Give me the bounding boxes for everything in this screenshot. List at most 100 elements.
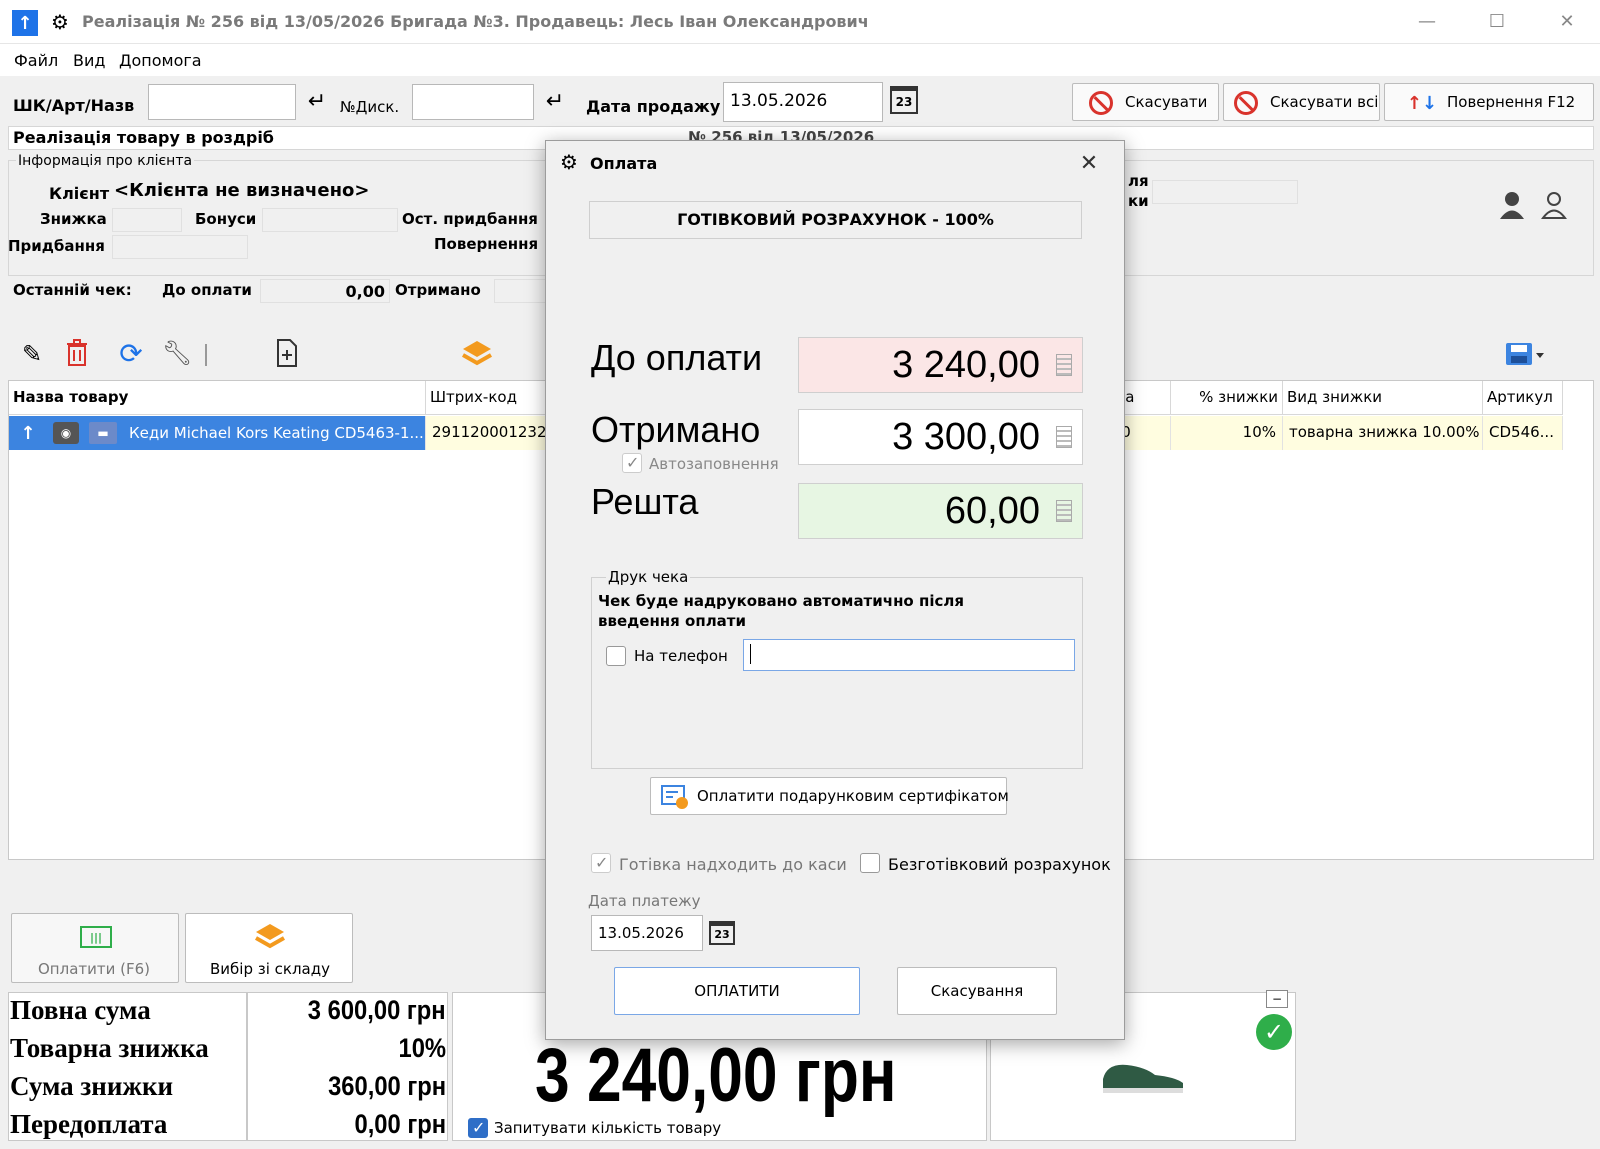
- discount-label: Знижка: [40, 210, 107, 228]
- menu-file[interactable]: Файл: [14, 51, 58, 70]
- cash-to-register-checkbox[interactable]: [591, 853, 611, 873]
- sale-date-label: Дата продажу: [586, 97, 721, 116]
- full-sum-value: 3 600,00 грн: [308, 995, 446, 1025]
- pencil-icon[interactable]: ✎: [18, 340, 46, 368]
- trash-icon[interactable]: [64, 338, 90, 368]
- pay-f6-button[interactable]: ||| Оплатити (F6): [11, 913, 179, 983]
- app-up-arrow-icon: ↑: [12, 10, 38, 36]
- user-outline-icon[interactable]: [1540, 190, 1568, 220]
- pay-date-input[interactable]: 13.05.2026: [591, 915, 703, 951]
- gear-icon[interactable]: ⚙: [48, 9, 72, 35]
- ask-quantity-checkbox[interactable]: [468, 1118, 488, 1138]
- column-header-discount-type[interactable]: Вид знижки: [1283, 381, 1483, 415]
- stock-select-button[interactable]: Вибір зі складу: [185, 913, 353, 983]
- payment-mode-box: ГОТІВКОВИЙ РОЗРАХУНОК - 100%: [589, 201, 1082, 239]
- pay-date-value: 13.05.2026: [598, 924, 684, 942]
- enter-arrow-icon[interactable]: ↵: [302, 88, 332, 114]
- pay-ok-button[interactable]: ОПЛАТИТИ: [614, 967, 860, 1015]
- purchase-label: Придбання: [8, 237, 105, 255]
- new-document-icon[interactable]: [274, 338, 300, 368]
- row-article[interactable]: CD546...: [1483, 416, 1563, 450]
- return-button[interactable]: ↑ ↓ Повернення F12: [1384, 83, 1594, 121]
- dialog-cancel-label: Скасування: [930, 982, 1024, 1000]
- gift-certificate-button[interactable]: Оплатити подарунковим сертифікатом: [650, 777, 1009, 815]
- close-window-button[interactable]: ✕: [1545, 8, 1589, 36]
- dialog-close-button[interactable]: ✕: [1074, 149, 1104, 177]
- row-up-arrow-icon: ↑: [20, 422, 36, 444]
- title-bar: ↑ ⚙ Реалізація № 256 від 13/05/2026 Бриг…: [0, 0, 1600, 44]
- layers-icon: [254, 922, 286, 952]
- change-value: 60,00: [944, 490, 1040, 532]
- client-label: Клієнт: [49, 184, 110, 203]
- discount-field: [112, 208, 182, 232]
- pay-date-label: Дата платежу: [588, 892, 701, 910]
- no-entry-icon: [1234, 91, 1258, 115]
- phone-checkbox[interactable]: [606, 646, 626, 666]
- pay-ok-label: ОПЛАТИТИ: [694, 982, 780, 1000]
- full-sum-label: Повна сума: [10, 995, 151, 1025]
- sale-date-input[interactable]: 13.05.2026: [723, 82, 883, 122]
- dialog-title-bar: ⚙ Оплата ✕: [546, 141, 1124, 185]
- phone-input[interactable]: [743, 639, 1075, 671]
- wrench-icon[interactable]: 🔧︎: [162, 338, 192, 368]
- barcode-input[interactable]: [148, 84, 296, 120]
- print-group-title: Друк чека: [606, 568, 691, 586]
- printer-icon[interactable]: ▬: [89, 422, 117, 444]
- ask-quantity-label: Запитувати кількість товару: [494, 1119, 722, 1137]
- camera-icon[interactable]: ◉: [53, 422, 79, 444]
- bonus-label: Бонуси: [195, 210, 257, 228]
- client-value[interactable]: <Клієнта не визначено>: [114, 180, 370, 201]
- last-check-received-label: Отримано: [395, 281, 481, 299]
- menu-view[interactable]: Вид: [73, 51, 105, 70]
- calendar-icon[interactable]: 23: [709, 921, 735, 945]
- received-label: Отримано: [591, 409, 761, 450]
- cancel-button[interactable]: Скасувати: [1072, 83, 1219, 121]
- phone-label: На телефон: [634, 647, 728, 665]
- cancel-all-button[interactable]: Скасувати всі: [1223, 83, 1380, 121]
- calendar-icon[interactable]: 23: [890, 86, 918, 114]
- menu-help[interactable]: Допомога: [119, 51, 202, 70]
- prepayment-label: Передоплата: [10, 1109, 168, 1139]
- refresh-icon[interactable]: ⟳: [116, 337, 146, 370]
- swap-arrows-icon: ↑ ↓: [1406, 92, 1438, 114]
- column-header-barcode[interactable]: Штрих-код: [426, 381, 556, 415]
- bonus-field: [262, 208, 398, 232]
- row-product-name: Кеди Michael Kors Keating CD5463-1...: [129, 424, 424, 442]
- autofill-checkbox[interactable]: [622, 453, 642, 473]
- cashless-checkbox[interactable]: [860, 853, 880, 873]
- row-discount-type[interactable]: товарна знижка 10.00%: [1283, 416, 1483, 450]
- user-filled-icon[interactable]: [1498, 190, 1526, 220]
- disc-input[interactable]: [412, 84, 534, 120]
- check-ok-icon: ✓: [1256, 1014, 1292, 1050]
- sale-date-value: 13.05.2026: [730, 91, 828, 111]
- dialog-title: Оплата: [590, 154, 658, 173]
- row-barcode[interactable]: 2911200012323: [426, 416, 556, 450]
- column-header-article[interactable]: Артикул: [1483, 381, 1563, 415]
- disc-label: №Диск.: [340, 98, 400, 116]
- column-header-discount-pct[interactable]: % знижки: [1171, 381, 1283, 415]
- calculator-icon[interactable]: [1056, 354, 1072, 376]
- gear-icon: ⚙: [560, 150, 578, 174]
- cash-to-register-label: Готівка надходить до каси: [619, 855, 847, 874]
- enter-arrow-icon[interactable]: ↵: [540, 88, 570, 114]
- dialog-cancel-button[interactable]: Скасування: [897, 967, 1057, 1015]
- received-field[interactable]: 3 300,00: [798, 409, 1083, 465]
- goods-discount-label: Товарна знижка: [10, 1033, 209, 1063]
- row-discount-pct[interactable]: 10%: [1171, 416, 1283, 450]
- change-label: Решта: [591, 481, 699, 522]
- calculator-icon[interactable]: [1056, 426, 1072, 448]
- topay-field: 3 240,00: [798, 337, 1083, 393]
- right-label-2: ки: [1128, 192, 1149, 210]
- last-check-label: Останній чек:: [13, 281, 132, 299]
- save-dropdown-icon[interactable]: [1505, 340, 1545, 368]
- totals-divider: [246, 992, 248, 1141]
- maximize-button[interactable]: ☐: [1475, 8, 1519, 36]
- collapse-icon[interactable]: −: [1266, 990, 1288, 1008]
- column-header-name[interactable]: Назва товару: [9, 381, 426, 415]
- right-field: [1152, 180, 1298, 204]
- calculator-icon[interactable]: [1056, 500, 1072, 522]
- row-status-cell[interactable]: ↑ ◉ ▬ Кеди Michael Kors Keating CD5463-1…: [9, 416, 426, 450]
- layers-icon[interactable]: [460, 338, 494, 370]
- minimize-button[interactable]: —: [1405, 8, 1449, 36]
- no-entry-icon: [1089, 91, 1113, 115]
